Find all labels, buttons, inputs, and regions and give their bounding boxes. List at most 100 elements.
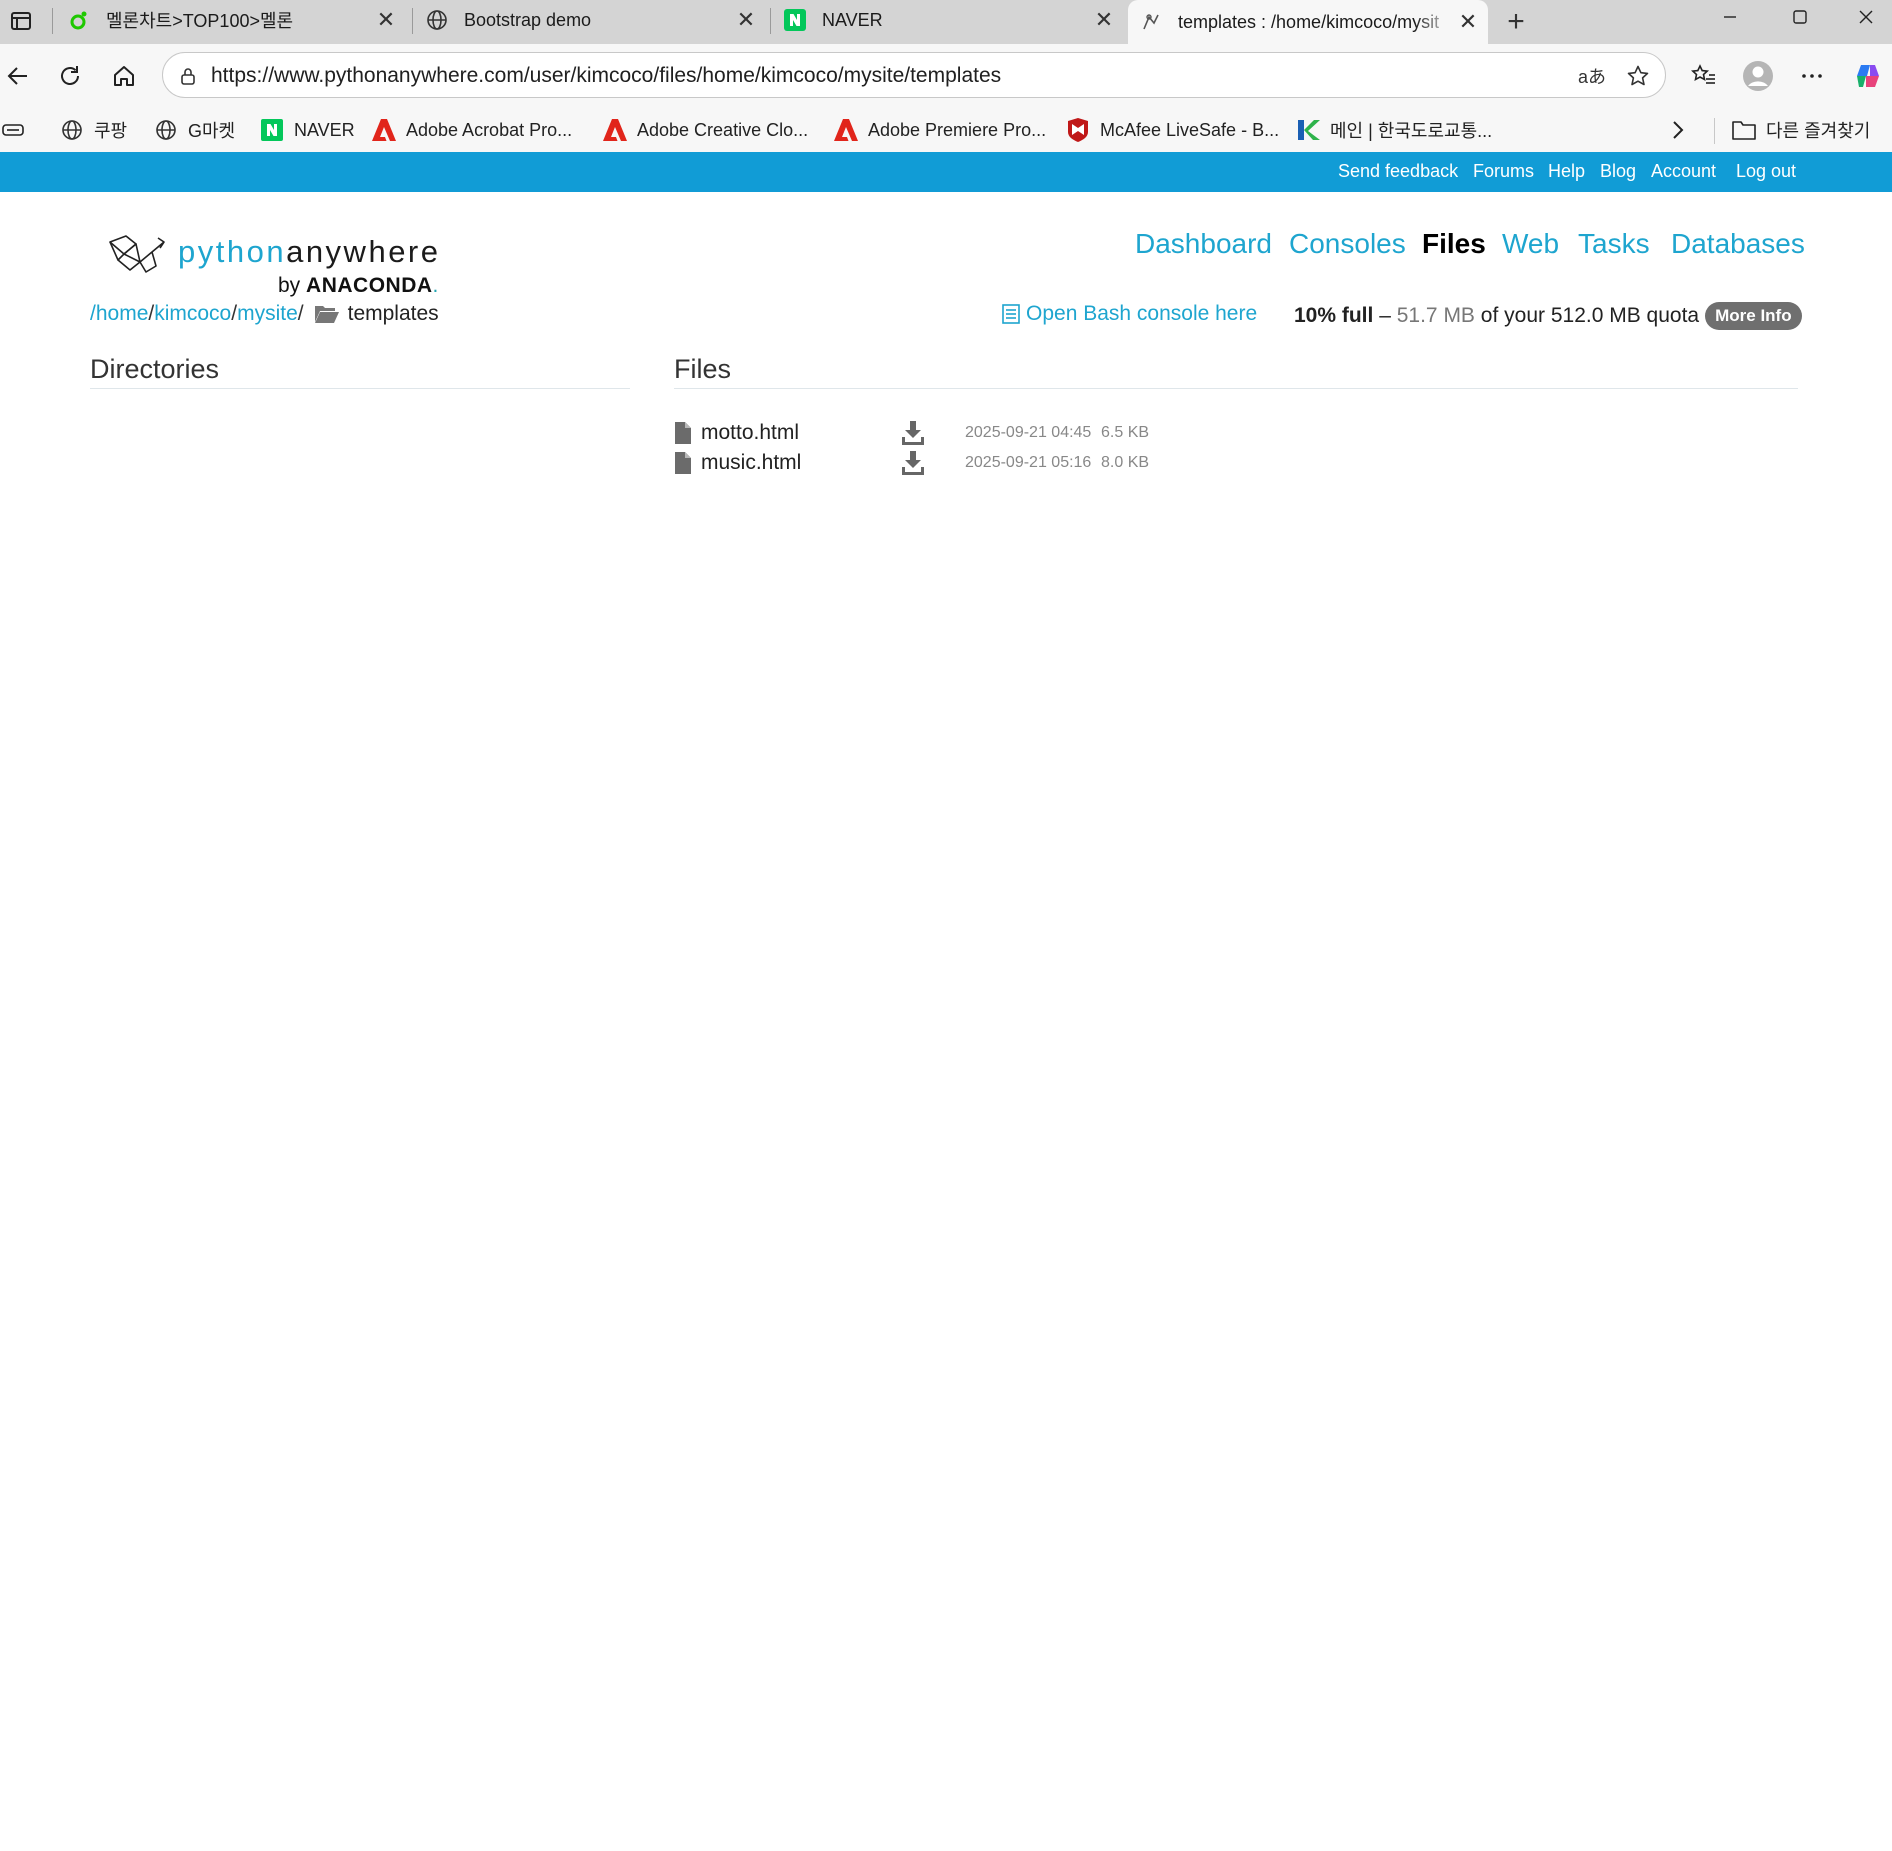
download-icon[interactable] bbox=[902, 421, 924, 445]
bookmark-label: Adobe Acrobat Pro... bbox=[406, 119, 573, 140]
help-link[interactable]: Help bbox=[1548, 161, 1585, 182]
bookmark-label: 메인 | 한국도로교통... bbox=[1330, 121, 1493, 141]
logo-byline: by ANACONDA. bbox=[278, 274, 438, 298]
site-info-lock-icon[interactable] bbox=[173, 61, 203, 91]
browser-tab-melon[interactable]: 멜론차트>TOP100>멜론 ✕ bbox=[56, 0, 406, 40]
bookmarks-overflow-chevron-icon[interactable] bbox=[1666, 116, 1690, 144]
bookmark-mcafee[interactable]: McAfee LiveSafe - B... bbox=[1066, 116, 1279, 144]
bookmarks-bar: 쿠팡 G마켓 NAVER Adobe Acrobat Pro... Adobe … bbox=[0, 108, 1892, 152]
bookmark-label: G마켓 bbox=[188, 121, 236, 141]
open-bash-console-label: Open Bash console here bbox=[1026, 302, 1258, 325]
read-aloud-icon[interactable]: aあ bbox=[1573, 61, 1611, 91]
tab-separator bbox=[52, 8, 53, 34]
directories-divider bbox=[90, 388, 630, 389]
bookmark-adobe-premiere[interactable]: Adobe Premiere Pro... bbox=[834, 116, 1046, 144]
files-heading: Files bbox=[674, 354, 732, 384]
file-size: 8.0 KB bbox=[1101, 454, 1150, 471]
browser-tab-strip: 멜론차트>TOP100>멜론 ✕ Bootstrap demo ✕ NAVER … bbox=[0, 0, 1892, 44]
account-link[interactable]: Account bbox=[1651, 161, 1716, 182]
bookmark-label: Adobe Creative Clo... bbox=[637, 119, 809, 140]
copilot-icon[interactable] bbox=[1850, 58, 1886, 94]
pythonanywhere-icon bbox=[1140, 11, 1162, 33]
logo-word-anywhere: anywhere bbox=[286, 234, 441, 269]
file-modified-date: 2025-09-21 04:45 bbox=[965, 424, 1092, 441]
home-icon[interactable] bbox=[106, 58, 142, 94]
logo-word-python: python bbox=[178, 234, 287, 269]
nav-consoles[interactable]: Consoles bbox=[1289, 228, 1406, 260]
tab-title: templates : /home/kimcoco/mysit bbox=[1178, 11, 1440, 32]
bookmark-label: McAfee LiveSafe - B... bbox=[1100, 119, 1280, 140]
tab-separator bbox=[770, 8, 771, 34]
adobe-icon bbox=[834, 118, 858, 142]
close-tab-icon[interactable]: ✕ bbox=[1092, 7, 1116, 32]
refresh-icon[interactable] bbox=[52, 58, 88, 94]
adobe-icon bbox=[603, 118, 627, 142]
url-text[interactable]: https://www.pythonanywhere.com/user/kimc… bbox=[211, 64, 1001, 88]
pythonanywhere-logo[interactable]: pythonanywhere by ANACONDA. bbox=[106, 232, 446, 302]
site-top-bar: Send feedback Forums Help Blog Account L… bbox=[0, 152, 1892, 192]
nav-databases[interactable]: Databases bbox=[1671, 228, 1805, 260]
nav-dashboard[interactable]: Dashboard bbox=[1135, 228, 1272, 260]
minimize-icon[interactable] bbox=[1702, 0, 1758, 34]
tab-separator bbox=[412, 8, 413, 34]
breadcrumb-separator: / bbox=[297, 302, 304, 325]
browser-toolbar: https://www.pythonanywhere.com/user/kimc… bbox=[0, 44, 1892, 108]
browser-tab-bootstrap[interactable]: Bootstrap demo ✕ bbox=[414, 0, 766, 40]
browser-tab-naver[interactable]: NAVER ✕ bbox=[772, 0, 1124, 40]
file-modified-date: 2025-09-21 05:16 bbox=[965, 454, 1092, 471]
logo-brand-dot: . bbox=[432, 274, 439, 297]
tab-actions-icon[interactable] bbox=[6, 6, 36, 36]
bookmark-bar-toggle-icon[interactable] bbox=[2, 116, 26, 144]
other-favorites-folder[interactable]: 다른 즐겨찾기 bbox=[1732, 116, 1870, 144]
favorite-star-icon[interactable] bbox=[1623, 61, 1653, 91]
bookmark-coupang[interactable]: 쿠팡 bbox=[60, 116, 127, 144]
breadcrumb-home[interactable]: home bbox=[96, 302, 149, 326]
more-info-button[interactable]: More Info bbox=[1705, 302, 1802, 330]
breadcrumb-mysite[interactable]: mysite bbox=[237, 302, 298, 326]
file-icon bbox=[675, 422, 691, 444]
nav-tasks[interactable]: Tasks bbox=[1578, 228, 1650, 260]
bookmark-label: 다른 즐겨찾기 bbox=[1766, 121, 1871, 141]
close-tab-icon[interactable]: ✕ bbox=[1456, 9, 1480, 34]
bookmark-adobe-acrobat[interactable]: Adobe Acrobat Pro... bbox=[372, 116, 572, 144]
breadcrumb-current: templates bbox=[347, 302, 439, 325]
download-icon[interactable] bbox=[902, 451, 924, 475]
breadcrumb-kimcoco[interactable]: kimcoco bbox=[154, 302, 231, 326]
bookmark-gmarket[interactable]: G마켓 bbox=[154, 116, 235, 144]
koroad-icon bbox=[1296, 118, 1320, 142]
bookmark-label: Adobe Premiere Pro... bbox=[868, 119, 1047, 140]
bookmark-naver[interactable]: NAVER bbox=[260, 116, 355, 144]
log-out-link[interactable]: Log out bbox=[1736, 161, 1796, 182]
nav-web[interactable]: Web bbox=[1502, 228, 1559, 260]
profile-avatar-icon[interactable] bbox=[1740, 58, 1776, 94]
bookmark-koroad[interactable]: 메인 | 한국도로교통... bbox=[1296, 116, 1492, 144]
bookmark-label: 쿠팡 bbox=[94, 121, 128, 141]
blog-link[interactable]: Blog bbox=[1600, 161, 1636, 182]
browser-tab-templates-active[interactable]: templates : /home/kimcoco/mysit ✕ bbox=[1128, 0, 1488, 44]
favorites-list-icon[interactable] bbox=[1686, 58, 1722, 94]
directories-heading: Directories bbox=[90, 354, 220, 384]
close-tab-icon[interactable]: ✕ bbox=[374, 7, 398, 32]
globe-icon bbox=[426, 9, 448, 31]
logo-brand-anaconda: ANACONDA bbox=[306, 274, 433, 297]
bookmarks-divider bbox=[1714, 118, 1715, 144]
file-row: music.html 2025-09-21 05:16 8.0 KB bbox=[674, 450, 1174, 478]
maximize-icon[interactable] bbox=[1772, 0, 1828, 34]
logo-by: by bbox=[278, 274, 301, 297]
close-tab-icon[interactable]: ✕ bbox=[734, 7, 758, 32]
back-arrow-icon[interactable] bbox=[0, 58, 36, 94]
send-feedback-link[interactable]: Send feedback bbox=[1338, 161, 1458, 182]
forums-link[interactable]: Forums bbox=[1473, 161, 1534, 182]
file-name-link[interactable]: music.html bbox=[701, 451, 801, 475]
tab-title: NAVER bbox=[822, 9, 883, 30]
new-tab-button[interactable]: + bbox=[1500, 5, 1532, 38]
bookmark-adobe-creative-cloud[interactable]: Adobe Creative Clo... bbox=[603, 116, 808, 144]
file-name-link[interactable]: motto.html bbox=[701, 421, 799, 445]
more-options-icon[interactable] bbox=[1794, 58, 1830, 94]
address-bar[interactable]: https://www.pythonanywhere.com/user/kimc… bbox=[162, 52, 1666, 98]
open-folder-icon bbox=[314, 304, 340, 324]
folder-icon bbox=[1732, 118, 1756, 142]
window-close-icon[interactable] bbox=[1838, 0, 1892, 34]
nav-files-active[interactable]: Files bbox=[1422, 228, 1486, 260]
open-bash-console-link[interactable]: Open Bash console here bbox=[1002, 302, 1257, 326]
